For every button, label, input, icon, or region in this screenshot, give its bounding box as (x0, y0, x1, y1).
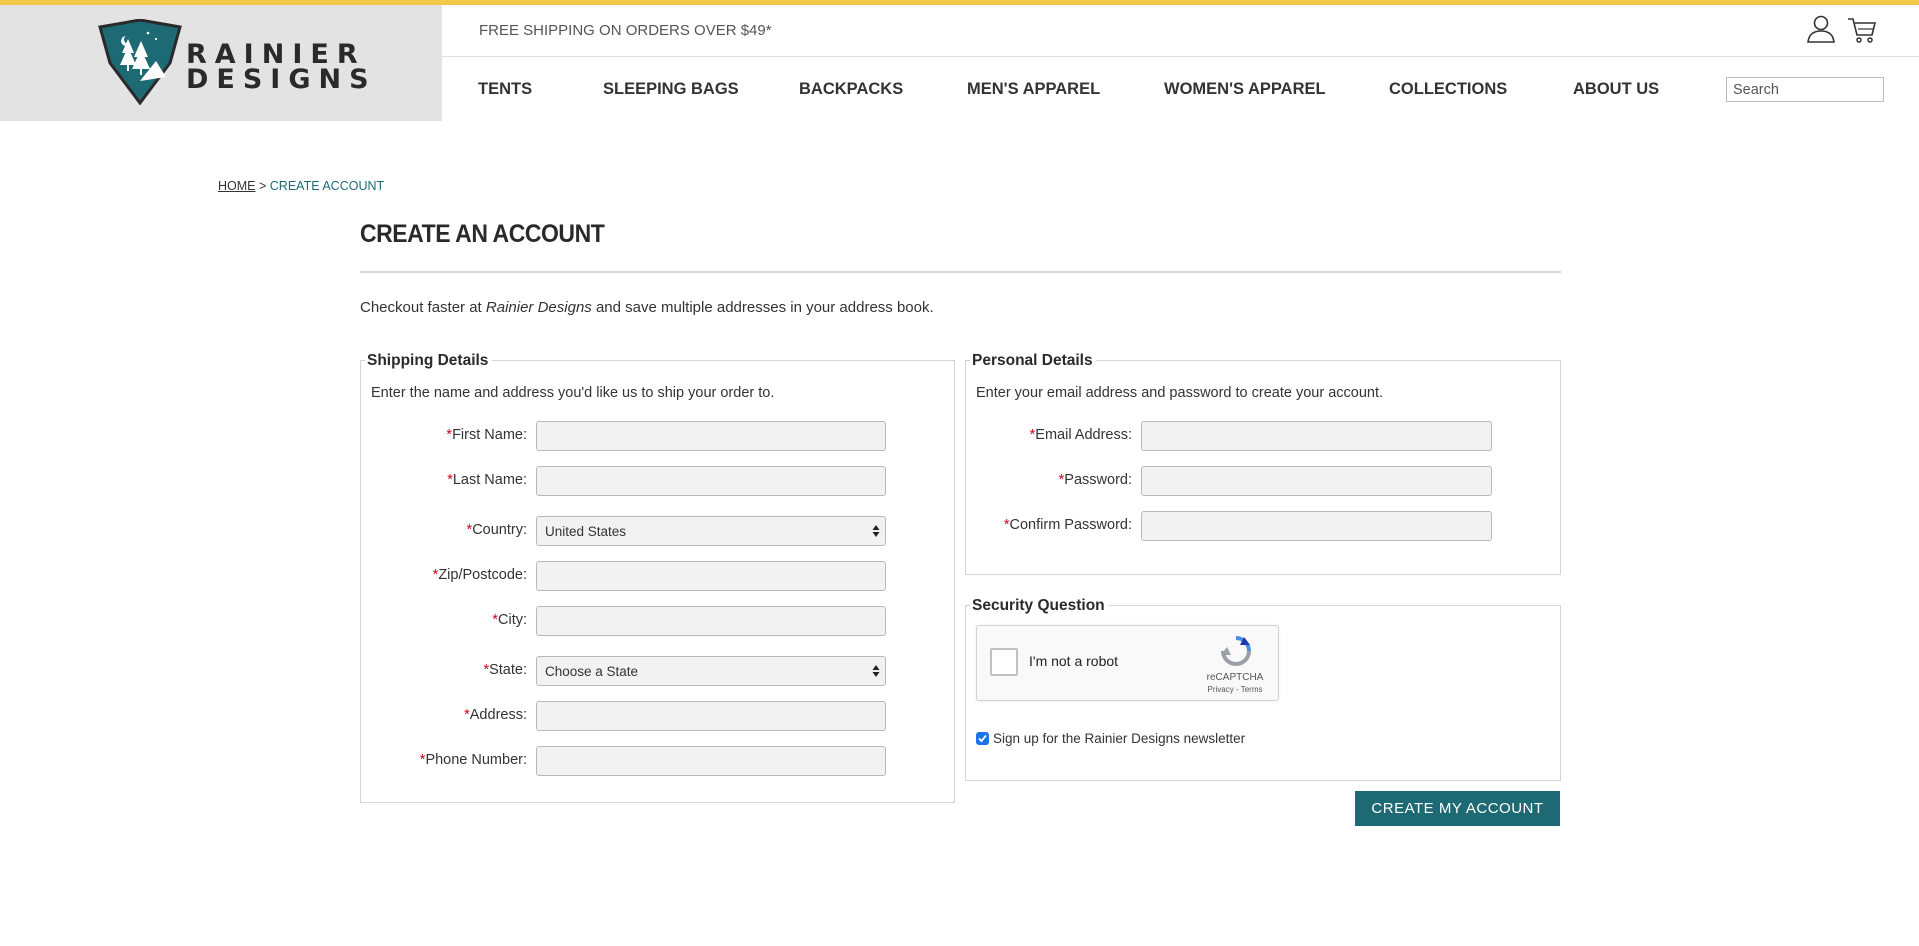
select-arrows-icon (872, 665, 880, 677)
nav-tents[interactable]: TENTS (478, 80, 532, 99)
create-account-button[interactable]: CREATE MY ACCOUNT (1355, 791, 1560, 826)
breadcrumb-separator: > (258, 179, 267, 193)
email-input[interactable] (1141, 421, 1492, 451)
page-title: CREATE AN ACCOUNT (360, 220, 605, 248)
country-label: *Country: (467, 522, 527, 538)
address-label-text: Address: (469, 707, 527, 723)
newsletter-label: Sign up for the Rainier Designs newslett… (993, 731, 1246, 746)
first-name-input[interactable] (536, 421, 886, 451)
recaptcha-widget: I'm not a robot reCAPTCHA Privacy - Term… (976, 625, 1279, 701)
nav-womens-apparel[interactable]: WOMEN'S APPAREL (1164, 80, 1326, 99)
password-input[interactable] (1141, 466, 1492, 496)
phone-row: *Phone Number: (360, 746, 527, 776)
intro-text-before: Checkout faster at (360, 299, 486, 316)
confirm-password-label: *Confirm Password: (1004, 517, 1132, 533)
intro-text: Checkout faster at Rainier Designs and s… (360, 299, 934, 316)
password-row: *Password: (965, 466, 1132, 496)
personal-details-legend: Personal Details (972, 352, 1093, 369)
country-row: *Country: (360, 516, 527, 546)
breadcrumb: HOME > CREATE ACCOUNT (218, 179, 384, 193)
newsletter-checkbox[interactable] (976, 732, 989, 745)
nav-collections[interactable]: COLLECTIONS (1389, 80, 1507, 99)
password-label-text: Password: (1064, 472, 1132, 488)
zip-label-text: Zip/Postcode: (438, 567, 527, 583)
address-input[interactable] (536, 701, 886, 731)
city-row: *City: (360, 606, 527, 636)
free-shipping-banner: FREE SHIPPING ON ORDERS OVER $49* (479, 22, 772, 39)
country-label-text: Country: (472, 522, 527, 538)
zip-postcode-input[interactable] (536, 561, 886, 591)
address-row: *Address: (360, 701, 527, 731)
zip-label: *Zip/Postcode: (433, 567, 527, 583)
zip-row: *Zip/Postcode: (360, 561, 527, 591)
user-icon[interactable] (1806, 14, 1836, 44)
last-name-label: *Last Name: (447, 472, 527, 488)
state-label: *State: (483, 662, 527, 678)
logo-badge-icon (98, 19, 182, 105)
email-label-text: Email Address: (1035, 427, 1132, 443)
security-question-legend: Security Question (972, 597, 1105, 614)
nav-sleeping-bags[interactable]: SLEEPING BAGS (603, 80, 739, 99)
state-select[interactable]: Choose a State (536, 656, 886, 686)
country-select[interactable]: United States (536, 516, 886, 546)
phone-label: *Phone Number: (420, 752, 527, 768)
city-input[interactable] (536, 606, 886, 636)
logo-area[interactable]: RAINIER DESIGNS (0, 5, 442, 121)
confirm-password-input[interactable] (1141, 511, 1492, 541)
first-name-label: *First Name: (446, 427, 527, 443)
recaptcha-label: I'm not a robot (1029, 653, 1119, 669)
last-name-input[interactable] (536, 466, 886, 496)
state-row: *State: (360, 656, 527, 686)
shipping-details-legend: Shipping Details (367, 352, 489, 369)
phone-label-text: Phone Number: (425, 752, 527, 768)
nav-backpacks[interactable]: BACKPACKS (799, 80, 903, 99)
city-label-text: City: (498, 612, 527, 628)
address-label: *Address: (464, 707, 527, 723)
state-label-text: State: (489, 662, 527, 678)
recaptcha-checkbox[interactable] (990, 648, 1018, 676)
personal-details-description: Enter your email address and password to… (976, 385, 1384, 401)
header-divider (442, 56, 1919, 57)
shipping-details-description: Enter the name and address you'd like us… (371, 385, 775, 401)
first-name-label-text: First Name: (452, 427, 527, 443)
city-label: *City: (492, 612, 527, 628)
breadcrumb-current: CREATE ACCOUNT (269, 179, 385, 193)
select-arrows-icon (872, 525, 880, 537)
first-name-row: *First Name: (360, 421, 527, 451)
title-divider (360, 271, 1561, 273)
checkmark-icon (978, 734, 987, 743)
email-row: *Email Address: (965, 421, 1132, 451)
cart-icon[interactable] (1847, 16, 1877, 44)
search-input[interactable] (1726, 77, 1884, 102)
intro-brand-name: Rainier Designs (485, 299, 592, 316)
breadcrumb-home-link[interactable]: HOME (218, 179, 256, 193)
intro-text-after: and save multiple addresses in your addr… (591, 299, 934, 316)
last-name-label-text: Last Name: (452, 472, 527, 488)
country-selected-value: United States (545, 524, 627, 539)
last-name-row: *Last Name: (360, 466, 527, 496)
recaptcha-privacy-terms[interactable]: Privacy - Terms (1195, 685, 1275, 694)
recaptcha-brand: reCAPTCHA (1206, 672, 1264, 683)
state-selected-value: Choose a State (545, 664, 639, 679)
email-label: *Email Address: (1030, 427, 1132, 443)
nav-about-us[interactable]: ABOUT US (1573, 80, 1659, 99)
logo-text-line2: DESIGNS (186, 64, 377, 95)
confirm-password-label-text: Confirm Password: (1009, 517, 1132, 533)
nav-mens-apparel[interactable]: MEN'S APPAREL (967, 80, 1100, 99)
recaptcha-logo-icon (1221, 636, 1251, 666)
password-label: *Password: (1059, 472, 1132, 488)
confirm-password-row: *Confirm Password: (965, 511, 1132, 541)
phone-number-input[interactable] (536, 746, 886, 776)
